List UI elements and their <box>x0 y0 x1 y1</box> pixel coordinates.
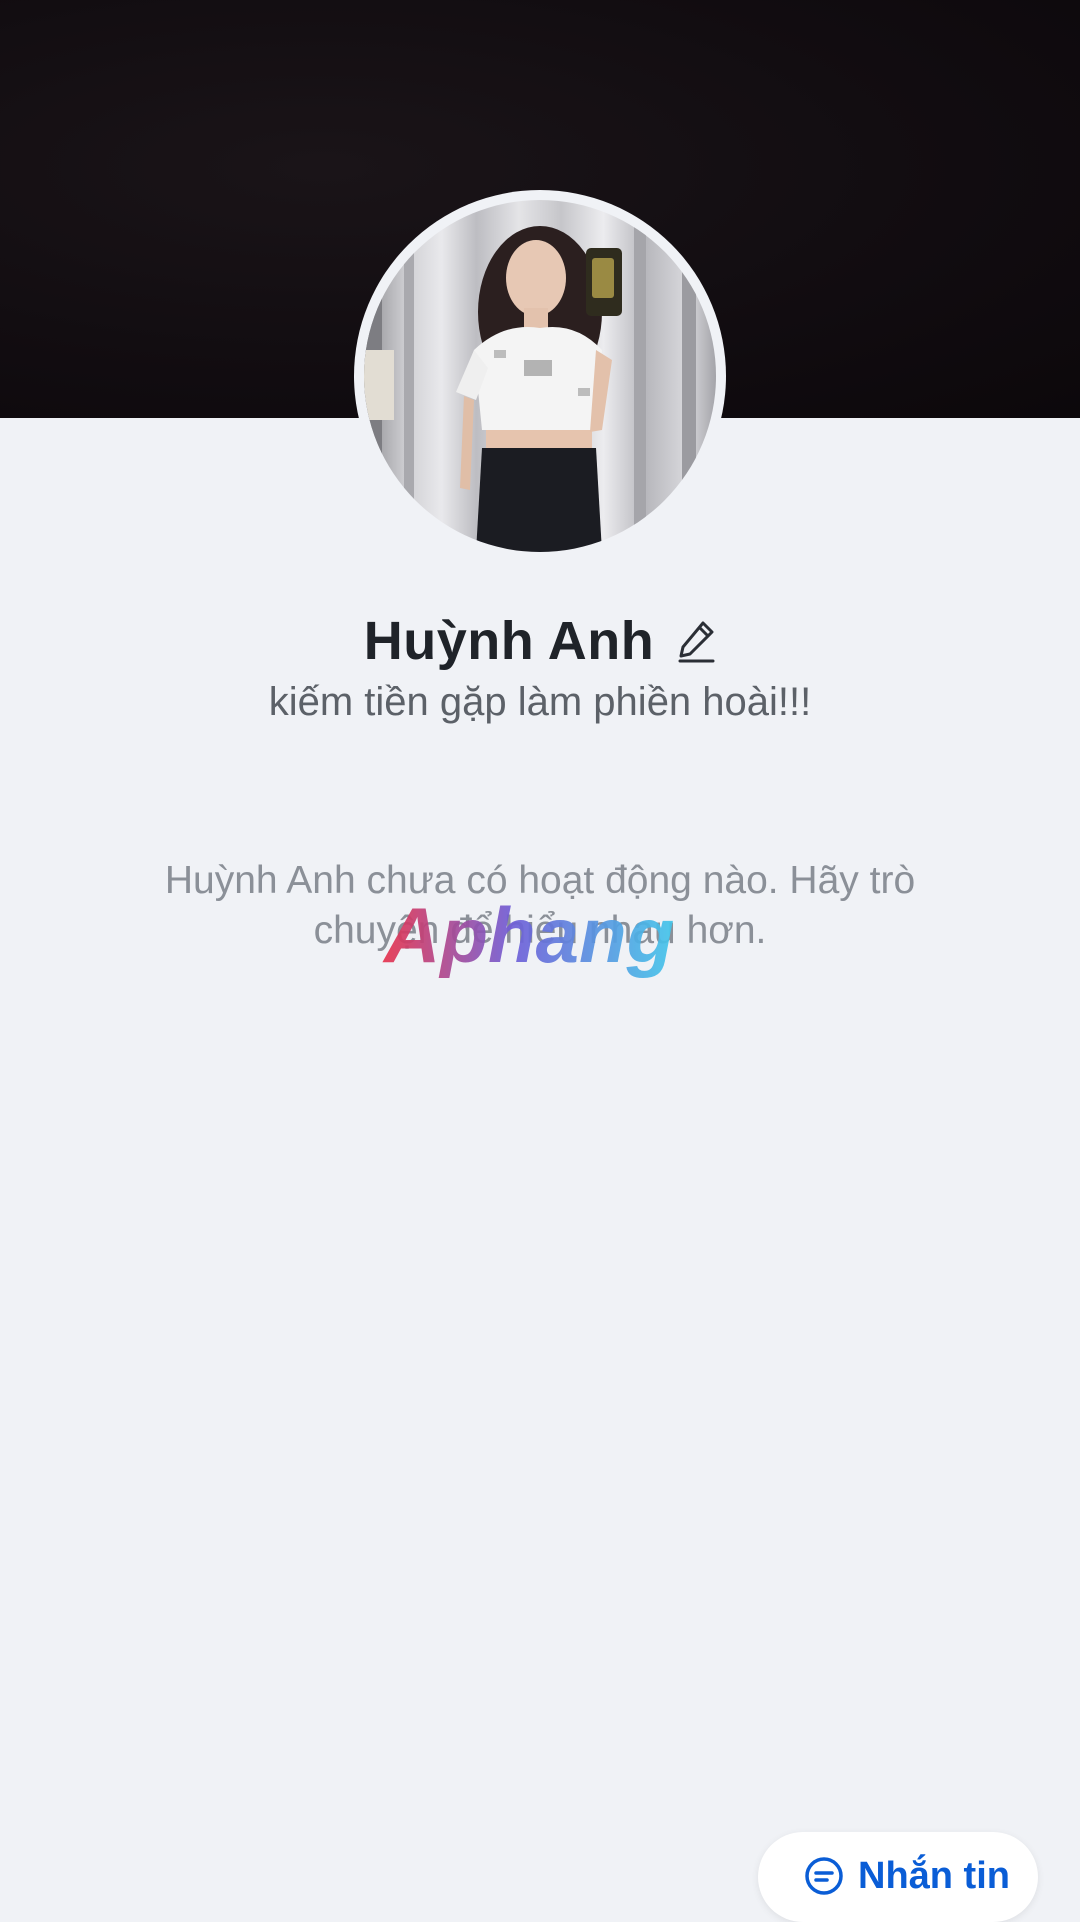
watermark-logo: Aphang <box>382 891 674 979</box>
pencil-icon[interactable] <box>676 619 716 663</box>
avatar-portrait <box>364 200 696 552</box>
profile-status: kiếm tiền gặp làm phiền hoài!!! <box>268 680 812 724</box>
message-button-label: Nhắn tin <box>858 1855 1010 1897</box>
profile-header: Huỳnh Anh <box>0 606 1080 676</box>
profile-name: Huỳnh Anh <box>363 611 655 671</box>
avatar-photo <box>364 200 716 552</box>
message-button[interactable]: Nhắn tin <box>758 1832 1038 1922</box>
watermark-text: Aphang <box>382 891 674 979</box>
avatar[interactable] <box>354 190 726 562</box>
chat-bubble-icon <box>805 1857 843 1895</box>
